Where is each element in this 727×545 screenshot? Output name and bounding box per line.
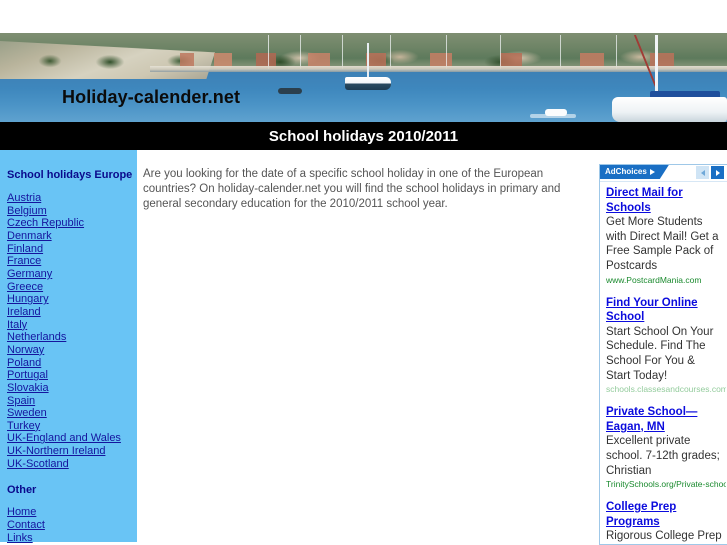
list-item: Spain <box>0 395 137 408</box>
harbor-photo <box>0 33 727 122</box>
ad-url-link[interactable]: www.PostcardMania.com <box>606 274 726 286</box>
ad-description: Excellent private school. 7-12th grades;… <box>606 435 720 477</box>
list-item: Contact <box>0 519 137 532</box>
sidebar-heading-other: Other <box>7 484 37 497</box>
motorboat <box>345 77 391 90</box>
intro-paragraph: Are you looking for the date of a specif… <box>143 168 561 211</box>
list-item: France <box>0 255 137 268</box>
sidebar-item-netherlands[interactable]: Netherlands <box>0 331 137 344</box>
sidebar-item-poland[interactable]: Poland <box>0 357 137 370</box>
ad-title-link[interactable]: College Prep Programs <box>606 500 722 529</box>
page-title-bar: School holidays 2010/2011 <box>0 122 727 150</box>
list-item: Slovakia <box>0 382 137 395</box>
list-item: Finland <box>0 243 137 256</box>
page-title: School holidays 2010/2011 <box>268 127 459 145</box>
sidebar-item-finland[interactable]: Finland <box>0 243 137 256</box>
dinghy <box>545 109 567 116</box>
sidebar-item-uk-england-and-wales[interactable]: UK-England and Wales <box>0 432 137 445</box>
adchoices-button[interactable]: AdChoices <box>600 165 669 179</box>
list-item: Hungary <box>0 293 137 306</box>
ad-pager <box>696 166 724 179</box>
ad-prev-button[interactable] <box>696 166 709 179</box>
catamaran-hull <box>612 97 727 122</box>
list-item: UK-Northern Ireland <box>0 445 137 458</box>
list-item: Links <box>0 532 137 545</box>
sidebar-item-uk-northern-ireland[interactable]: UK-Northern Ireland <box>0 445 137 458</box>
list-item: Germany <box>0 268 137 281</box>
small-boat <box>278 88 302 94</box>
sidebar-item-spain[interactable]: Spain <box>0 395 137 408</box>
ad-url-link[interactable]: schools.classesandcourses.com <box>606 383 726 395</box>
sidebar-item-turkey[interactable]: Turkey <box>0 420 137 433</box>
ad-panel: AdChoices Direct Mail for Schools Get Mo… <box>599 164 727 545</box>
sidebar-item-links[interactable]: Links <box>0 532 137 545</box>
ad-title-link[interactable]: Private School—Eagan, MN <box>606 405 722 434</box>
sidebar-item-belgium[interactable]: Belgium <box>0 205 137 218</box>
list-item: Belgium <box>0 205 137 218</box>
chevron-right-icon <box>715 169 720 176</box>
list-item: Home <box>0 506 137 519</box>
ad-description: Start School On Your Schedule. Find The … <box>606 325 714 382</box>
list-item: Poland <box>0 357 137 370</box>
sidebar-item-france[interactable]: France <box>0 255 137 268</box>
ad-item: Find Your Online School Start School On … <box>606 296 727 396</box>
list-item: Italy <box>0 319 137 332</box>
list-item: Netherlands <box>0 331 137 344</box>
sidebar-other-list: Home Contact Links <box>0 506 137 544</box>
motorboat-mast <box>367 43 369 79</box>
ad-list: Direct Mail for Schools Get More Student… <box>600 182 727 544</box>
list-item: Denmark <box>0 230 137 243</box>
sidebar-item-germany[interactable]: Germany <box>0 268 137 281</box>
ad-item: Direct Mail for Schools Get More Student… <box>606 186 727 286</box>
list-item: Austria <box>0 192 137 205</box>
ad-description: Get More Students with Direct Mail! Get … <box>606 216 719 272</box>
sidebar-item-austria[interactable]: Austria <box>0 192 137 205</box>
sidebar-country-list: Austria Belgium Czech Republic Denmark F… <box>0 192 137 470</box>
list-item: Sweden <box>0 407 137 420</box>
ad-toolbar: AdChoices <box>600 165 727 182</box>
list-item: Czech Republic <box>0 217 137 230</box>
list-item: Ireland <box>0 306 137 319</box>
page-body: School holidays Europe Austria Belgium C… <box>0 150 727 545</box>
adchoices-label: AdChoices <box>605 167 647 176</box>
sidebar-item-italy[interactable]: Italy <box>0 319 137 332</box>
sidebar-item-sweden[interactable]: Sweden <box>0 407 137 420</box>
sidebar-item-uk-scotland[interactable]: UK-Scotland <box>0 458 137 471</box>
sidebar: School holidays Europe Austria Belgium C… <box>0 150 137 544</box>
ad-item: Private School—Eagan, MN Excellent priva… <box>606 405 727 490</box>
list-item: Portugal <box>0 369 137 382</box>
sidebar-item-slovakia[interactable]: Slovakia <box>0 382 137 395</box>
ad-title-link[interactable]: Find Your Online School <box>606 296 722 325</box>
chevron-left-icon <box>700 169 705 176</box>
sidebar-heading-europe: School holidays Europe <box>7 169 133 181</box>
list-item: Greece <box>0 281 137 294</box>
sidebar-item-norway[interactable]: Norway <box>0 344 137 357</box>
site-title: Holiday-calender.net <box>62 87 241 107</box>
ad-title-link[interactable]: Direct Mail for Schools <box>606 186 722 215</box>
sidebar-item-ireland[interactable]: Ireland <box>0 306 137 319</box>
sidebar-item-hungary[interactable]: Hungary <box>0 293 137 306</box>
list-item: UK-Scotland <box>0 458 137 471</box>
catamaran-mast <box>655 35 658 95</box>
sidebar-item-portugal[interactable]: Portugal <box>0 369 137 382</box>
list-item: Norway <box>0 344 137 357</box>
ad-description: Rigorous College Prep Program By Outstan… <box>606 530 722 543</box>
list-item: Turkey <box>0 420 137 433</box>
list-item: UK-England and Wales <box>0 432 137 445</box>
ad-item: College Prep Programs Rigorous College P… <box>606 500 727 544</box>
site-banner: Holiday-calender.net <box>0 0 727 122</box>
sidebar-item-contact[interactable]: Contact <box>0 519 137 532</box>
ad-url-link[interactable]: TrinitySchools.org/Private-school <box>606 478 726 490</box>
play-triangle-icon <box>650 169 655 175</box>
main-content: Are you looking for the date of a specif… <box>137 150 592 542</box>
sidebar-item-czech-republic[interactable]: Czech Republic <box>0 217 137 230</box>
sidebar-item-home[interactable]: Home <box>0 506 137 519</box>
sidebar-item-denmark[interactable]: Denmark <box>0 230 137 243</box>
sidebar-item-greece[interactable]: Greece <box>0 281 137 294</box>
ad-next-button[interactable] <box>711 166 724 179</box>
